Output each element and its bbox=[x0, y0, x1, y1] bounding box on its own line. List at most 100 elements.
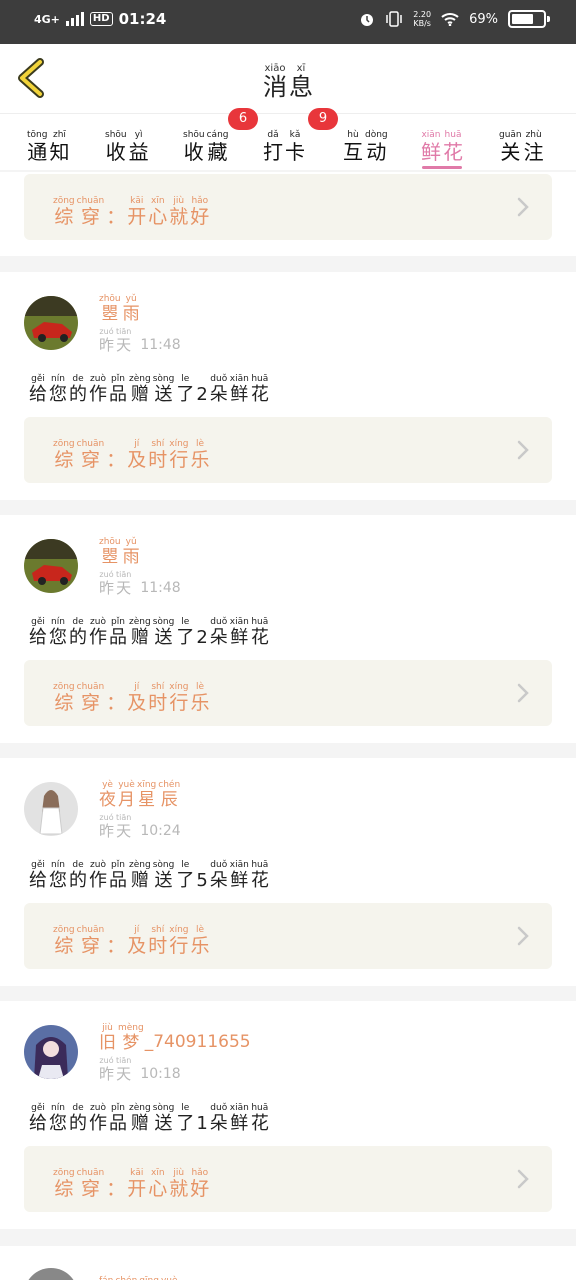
pinyin-char: zōng 综 bbox=[53, 682, 75, 714]
hanzi: 的 bbox=[69, 870, 87, 891]
hanzi: 品 bbox=[109, 384, 127, 405]
hanzi: ： bbox=[106, 206, 126, 228]
avatar[interactable] bbox=[24, 296, 78, 350]
user-name[interactable]: jiù 旧 mèng 梦 _740911655 bbox=[98, 1023, 251, 1053]
avatar[interactable] bbox=[24, 1025, 78, 1079]
work-link[interactable]: zōng 综 chuān 穿 ： jí 及 shí 时 xíng 行 lè 乐 bbox=[24, 903, 552, 969]
pinyin-char: xiāo 消 bbox=[263, 63, 287, 100]
pinyin-char: zuó 昨 bbox=[99, 1055, 114, 1083]
pinyin-char: xiān 鲜 bbox=[230, 1103, 249, 1134]
hanzi: 雨 bbox=[122, 547, 140, 567]
message-text: gěi 给 nín 您 de 的 zuò 作 pǐn 品 zèng 赠 sòng 送 le 了 2 duǒ 朵 xi… bbox=[28, 609, 270, 648]
hanzi: 花 bbox=[250, 1113, 269, 1134]
work-title: zōng 综 chuān 穿 ： jí 及 shí 时 xíng 行 lè 乐 bbox=[52, 917, 211, 957]
signal-icon bbox=[65, 12, 84, 26]
pinyin-char: hǎo 好 bbox=[190, 1168, 209, 1200]
hanzi: 给 bbox=[29, 1113, 47, 1134]
pinyin-char: zhōu 瞾 bbox=[99, 537, 121, 567]
pinyin-char: 2 bbox=[196, 374, 207, 405]
work-title: zōng 综 chuān 穿 ： jí 及 shí 时 xíng 行 lè 乐 bbox=[52, 431, 211, 471]
pinyin-char: tōng 通 bbox=[27, 130, 47, 163]
page-title: xiāo 消 xī 息 bbox=[0, 56, 576, 100]
tab-5[interactable]: xiān 鲜 huā 花 bbox=[420, 122, 464, 169]
vibrate-icon bbox=[386, 11, 403, 27]
pinyin-char: guān 关 bbox=[499, 130, 522, 163]
pinyin-text: fánchénqīngyuè bbox=[98, 1276, 179, 1280]
tab-6[interactable]: guān 关 zhù 注 bbox=[498, 122, 545, 163]
user-name[interactable]: zhōu 瞾 yǔ 雨 bbox=[98, 537, 141, 567]
pinyin-char: yuè 月 bbox=[118, 780, 135, 810]
hanzi: 开 bbox=[127, 1178, 147, 1200]
pinyin-text: xiān 鲜 huā 花 bbox=[420, 130, 464, 163]
hanzi: 鲜 bbox=[230, 1113, 249, 1134]
hanzi: ： bbox=[106, 449, 126, 471]
avatar[interactable] bbox=[24, 539, 78, 593]
pinyin-text: zōng 综 chuān 穿 ： kāi 开 xīn 心 jiù 就 hǎo 好 bbox=[52, 1168, 210, 1200]
hanzi: ： bbox=[106, 692, 126, 714]
avatar[interactable] bbox=[24, 782, 78, 836]
work-title: zōng 综 chuān 穿 ： kāi 开 xīn 心 jiù 就 hǎo 好 bbox=[52, 1160, 210, 1200]
pinyin-char: chuān 穿 bbox=[77, 1168, 105, 1200]
chevron-right-icon bbox=[517, 683, 529, 703]
pinyin-char: xī 息 bbox=[289, 63, 313, 100]
count-badge: 9 bbox=[308, 108, 338, 130]
pinyin-char: zōng 综 bbox=[53, 439, 75, 471]
pinyin-text: zuó 昨 tiān 天 bbox=[98, 1055, 132, 1083]
message-text: gěi 给 nín 您 de 的 zuò 作 pǐn 品 zèng 赠 sòng 送 le 了 1 duǒ 朵 xi… bbox=[28, 1095, 270, 1134]
hanzi: 鲜 bbox=[421, 140, 441, 164]
chevron-right-icon bbox=[517, 1169, 529, 1189]
pinyin-char: de 的 bbox=[69, 617, 87, 648]
hanzi: 给 bbox=[29, 870, 47, 891]
hanzi: 息 bbox=[289, 73, 313, 101]
status-time: 01:24 bbox=[118, 10, 167, 28]
pinyin-text: yè 夜 yuè 月 xīng 星 chén 辰 bbox=[98, 780, 181, 810]
user-name[interactable]: zhōu 瞾 yǔ 雨 bbox=[98, 294, 141, 324]
tab-3[interactable]: dǎ 打 kǎ 卡 9 bbox=[262, 108, 338, 164]
hanzi: 作 bbox=[89, 627, 107, 648]
hanzi: 您 bbox=[49, 627, 67, 648]
hanzi: 收 bbox=[183, 140, 204, 164]
pinyin-text: gěi 给 nín 您 de 的 zuò 作 pǐn 品 zèng 赠 sòng 送 le 了 1 duǒ 朵 xi… bbox=[28, 1103, 270, 1134]
hanzi: 好 bbox=[190, 206, 210, 228]
pinyin-char: fán bbox=[99, 1276, 113, 1280]
work-link[interactable]: zōng 综 chuān 穿 ： jí 及 shí 时 xíng 行 lè 乐 bbox=[24, 417, 552, 483]
hanzi: 昨 bbox=[99, 579, 115, 597]
hanzi: 穿 bbox=[80, 692, 100, 714]
hanzi: 赠 bbox=[130, 627, 149, 648]
tab-1[interactable]: shōu 收 yì 益 bbox=[104, 122, 150, 163]
hanzi: 天 bbox=[116, 1065, 132, 1083]
hanzi: 品 bbox=[109, 870, 127, 891]
pinyin-text: guān 关 zhù 注 bbox=[498, 130, 545, 163]
tab-2[interactable]: shōu 收 cáng 藏 6 bbox=[182, 108, 258, 164]
chevron-right-icon bbox=[517, 440, 529, 460]
pinyin-text: jiù 旧 mèng 梦 bbox=[98, 1023, 145, 1053]
hanzi: 乐 bbox=[190, 692, 210, 714]
tab-0[interactable]: tōng 通 zhī 知 bbox=[26, 122, 70, 163]
work-link[interactable]: zōng 综 chuān 穿 ： kāi 开 xīn 心 jiù 就 hǎo 好 bbox=[24, 174, 552, 240]
pinyin-char: xiān 鲜 bbox=[421, 130, 441, 163]
hanzi: 昨 bbox=[99, 822, 115, 840]
pinyin-char: zuò 作 bbox=[89, 374, 107, 405]
pinyin-char: tiān 天 bbox=[116, 1055, 131, 1083]
user-name[interactable]: yè 夜 yuè 月 xīng 星 chén 辰 bbox=[98, 780, 181, 810]
pinyin-char: zèng 赠 bbox=[129, 374, 151, 405]
hanzi: 鲜 bbox=[230, 627, 249, 648]
hanzi: 天 bbox=[116, 579, 132, 597]
pinyin-char: huā 花 bbox=[251, 617, 269, 648]
tab-4[interactable]: hù 互 dòng 动 bbox=[342, 122, 389, 163]
pinyin-char: nín 您 bbox=[49, 374, 67, 405]
pinyin-char: yǔ 雨 bbox=[123, 294, 140, 324]
hanzi: 鲜 bbox=[230, 384, 249, 405]
hanzi: 瞾 bbox=[101, 304, 119, 324]
work-link[interactable]: zōng 综 chuān 穿 ： jí 及 shí 时 xíng 行 lè 乐 bbox=[24, 660, 552, 726]
hanzi: 综 bbox=[54, 692, 74, 714]
hanzi: 朵 bbox=[209, 627, 228, 648]
pinyin-char: hǎo 好 bbox=[190, 196, 209, 228]
work-link[interactable]: zōng 综 chuān 穿 ： kāi 开 xīn 心 jiù 就 hǎo 好 bbox=[24, 1146, 552, 1212]
message-card: zhōu 瞾 yǔ 雨 zuó 昨 tiān 天 11:48 gěi 给 nín 您 de 的 zuò 作 pǐn… bbox=[0, 272, 576, 500]
hanzi: 花 bbox=[250, 870, 269, 891]
pinyin-char: chén bbox=[115, 1276, 137, 1280]
hanzi: 打 bbox=[263, 140, 283, 164]
pinyin-char: duǒ 朵 bbox=[210, 1103, 228, 1134]
pinyin-text: tōng 通 zhī 知 bbox=[26, 130, 70, 163]
